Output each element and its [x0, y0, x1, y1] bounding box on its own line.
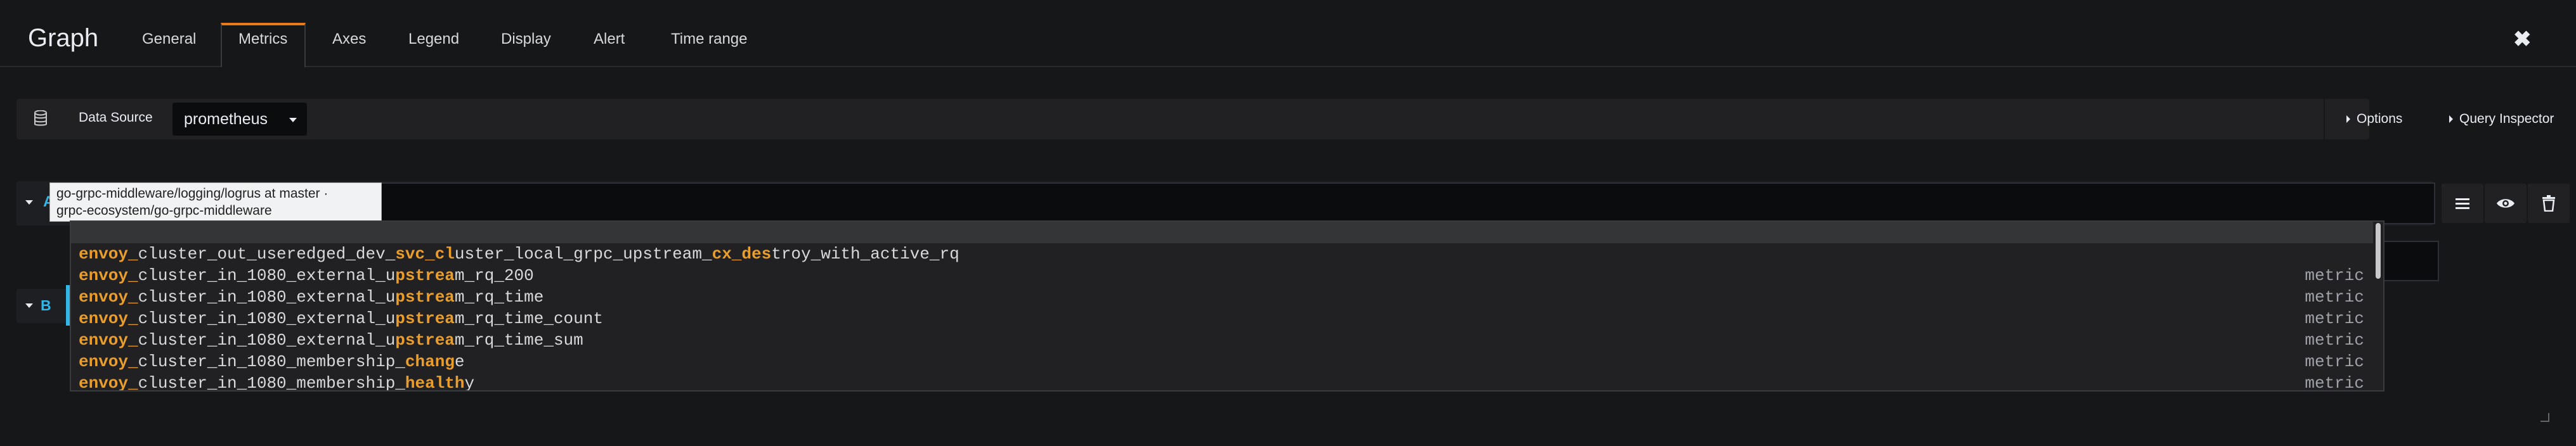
resize-handle-icon[interactable]	[2540, 413, 2549, 422]
query-letter-b: B	[41, 297, 51, 314]
datasource-selected-value: prometheus	[184, 110, 268, 128]
query-menu-button[interactable]	[2442, 184, 2483, 223]
toggle-visibility-button[interactable]	[2485, 184, 2527, 223]
caret-right-icon	[2449, 115, 2453, 123]
database-icon	[34, 110, 47, 126]
trash-icon	[2542, 195, 2555, 212]
tab-legend[interactable]: Legend	[408, 30, 459, 48]
tab-axes[interactable]: Axes	[332, 30, 366, 48]
query-expression-input[interactable]	[71, 182, 2435, 224]
collapse-caret-icon[interactable]	[25, 303, 33, 308]
suggestion-item[interactable]: envoy_cluster_in_1080_external_upstream_…	[71, 308, 2373, 371]
close-icon[interactable]: ✖	[2513, 27, 2532, 52]
datasource-row: Data Source prometheus Options Query Ins…	[16, 99, 2554, 139]
remove-query-button[interactable]	[2528, 184, 2570, 223]
options-button[interactable]: Options	[2324, 99, 2433, 139]
chevron-down-icon	[289, 118, 297, 122]
browser-tooltip: go-grpc-middleware/logging/logrus at mas…	[49, 182, 382, 222]
query-options-field[interactable]	[2382, 241, 2439, 281]
suggestion-item[interactable]: envoy_cluster_in_1080_external_upstream_…	[71, 286, 2373, 350]
tab-time-range[interactable]: Time range	[671, 30, 748, 48]
datasource-label: Data Source	[79, 110, 153, 125]
tab-general[interactable]: General	[142, 30, 196, 48]
suggestion-item[interactable]: envoy_cluster_in_1080_external_upstream_…	[71, 243, 2373, 307]
tab-metrics[interactable]: Metrics	[238, 30, 287, 48]
caret-right-icon	[2346, 115, 2350, 123]
panel-editor-header: Graph General Metrics Axes Legend Displa…	[0, 0, 2576, 67]
panel-title: Graph	[28, 24, 99, 52]
suggestion-item[interactable]: envoy_cluster_in_1080_membership_total m…	[71, 373, 2373, 390]
tab-display[interactable]: Display	[501, 30, 551, 48]
suggestion-item[interactable]: envoy_cluster_out_useredged_dev_svc_clus…	[71, 222, 2373, 285]
suggestions-scrollbar[interactable]	[2376, 223, 2381, 279]
collapse-caret-icon[interactable]	[25, 200, 33, 205]
eye-icon	[2497, 199, 2514, 208]
tab-alert[interactable]: Alert	[594, 30, 625, 48]
suggestion-item[interactable]: envoy_cluster_in_1080_external_upstream_…	[71, 265, 2373, 328]
tooltip-line-1: go-grpc-middleware/logging/logrus at mas…	[56, 186, 329, 201]
suggestion-item[interactable]: envoy_cluster_in_1080_membership_change …	[71, 329, 2373, 390]
hamburger-menu-icon	[2456, 198, 2469, 209]
autocomplete-suggestions: envoy_cluster_out_useredged_dev_svc_clus…	[70, 220, 2384, 392]
datasource-select[interactable]: prometheus	[172, 103, 307, 136]
query-inspector-button[interactable]: Query Inspector	[2433, 99, 2576, 139]
suggestion-item[interactable]: envoy_cluster_in_1080_membership_healthy…	[71, 351, 2373, 390]
tooltip-line-2: grpc-ecosystem/go-grpc-middleware	[56, 203, 272, 218]
